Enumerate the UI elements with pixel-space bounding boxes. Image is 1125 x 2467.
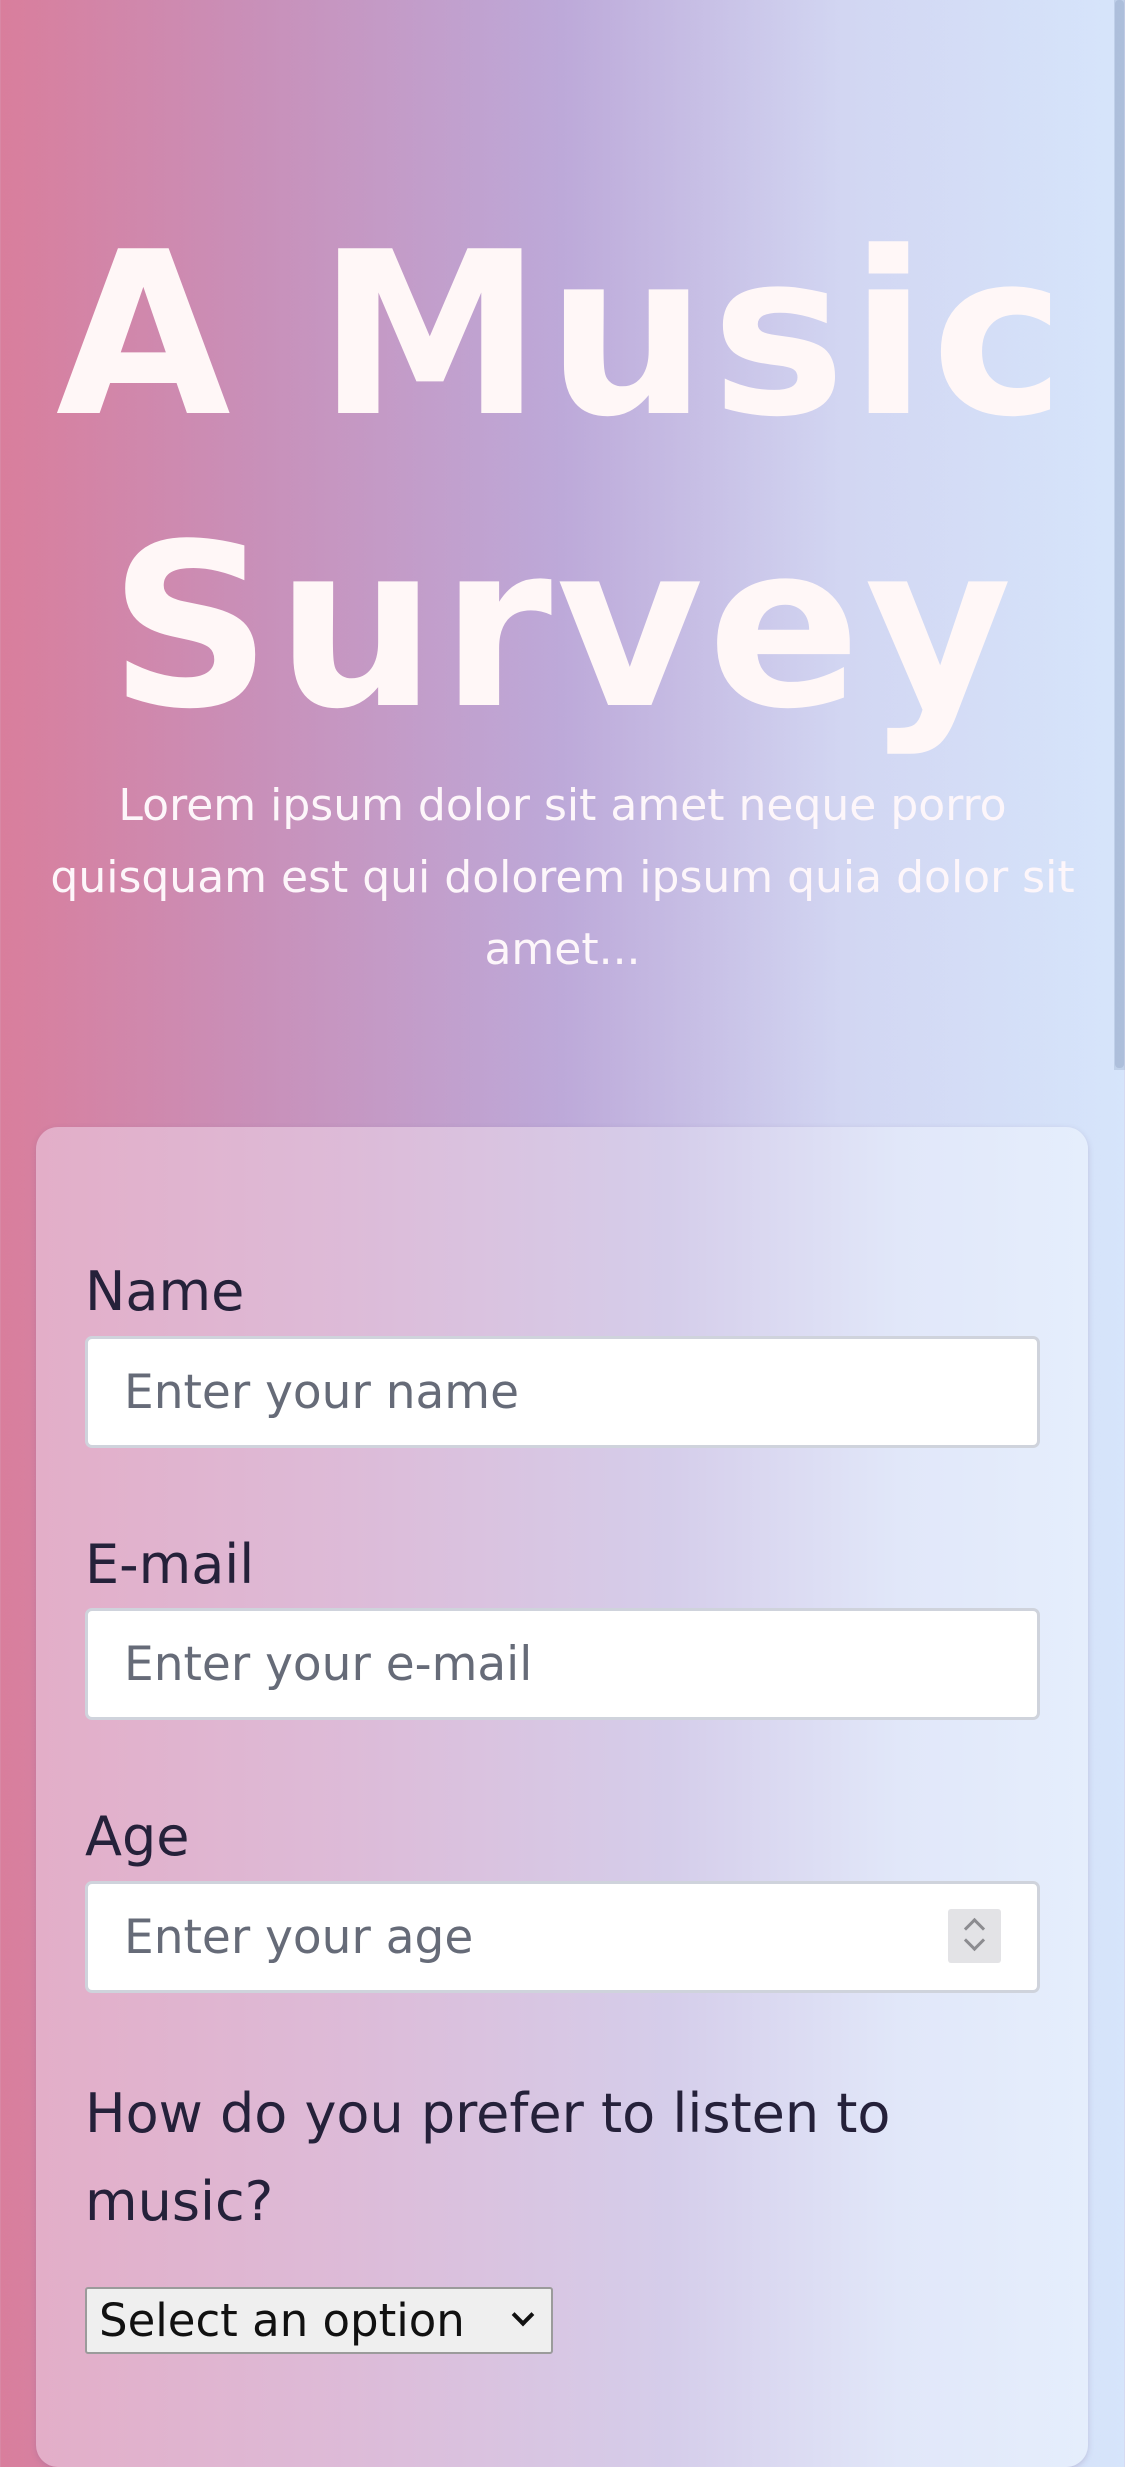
listen-question: How do you prefer to listen to music?: [85, 2082, 891, 2233]
survey-form: [36, 1127, 1088, 2467]
age-input[interactable]: [85, 1881, 1040, 1993]
chevron-down-icon: [511, 2303, 535, 2327]
page-description: Lorem ipsum dolor sit amet neque porro q…: [50, 780, 1075, 975]
stepper-down-icon[interactable]: [963, 1929, 986, 1952]
age-stepper-icon[interactable]: [948, 1909, 1001, 1963]
listen-select[interactable]: Select an option: [85, 2287, 553, 2354]
page-title: A Music Survey: [55, 204, 1070, 759]
email-label: E-mail: [85, 1533, 255, 1596]
name-label: Name: [85, 1260, 245, 1323]
age-label: Age: [85, 1805, 190, 1868]
select-value: Select an option: [99, 2294, 465, 2347]
email-input[interactable]: [85, 1608, 1040, 1720]
name-input[interactable]: [85, 1336, 1040, 1448]
